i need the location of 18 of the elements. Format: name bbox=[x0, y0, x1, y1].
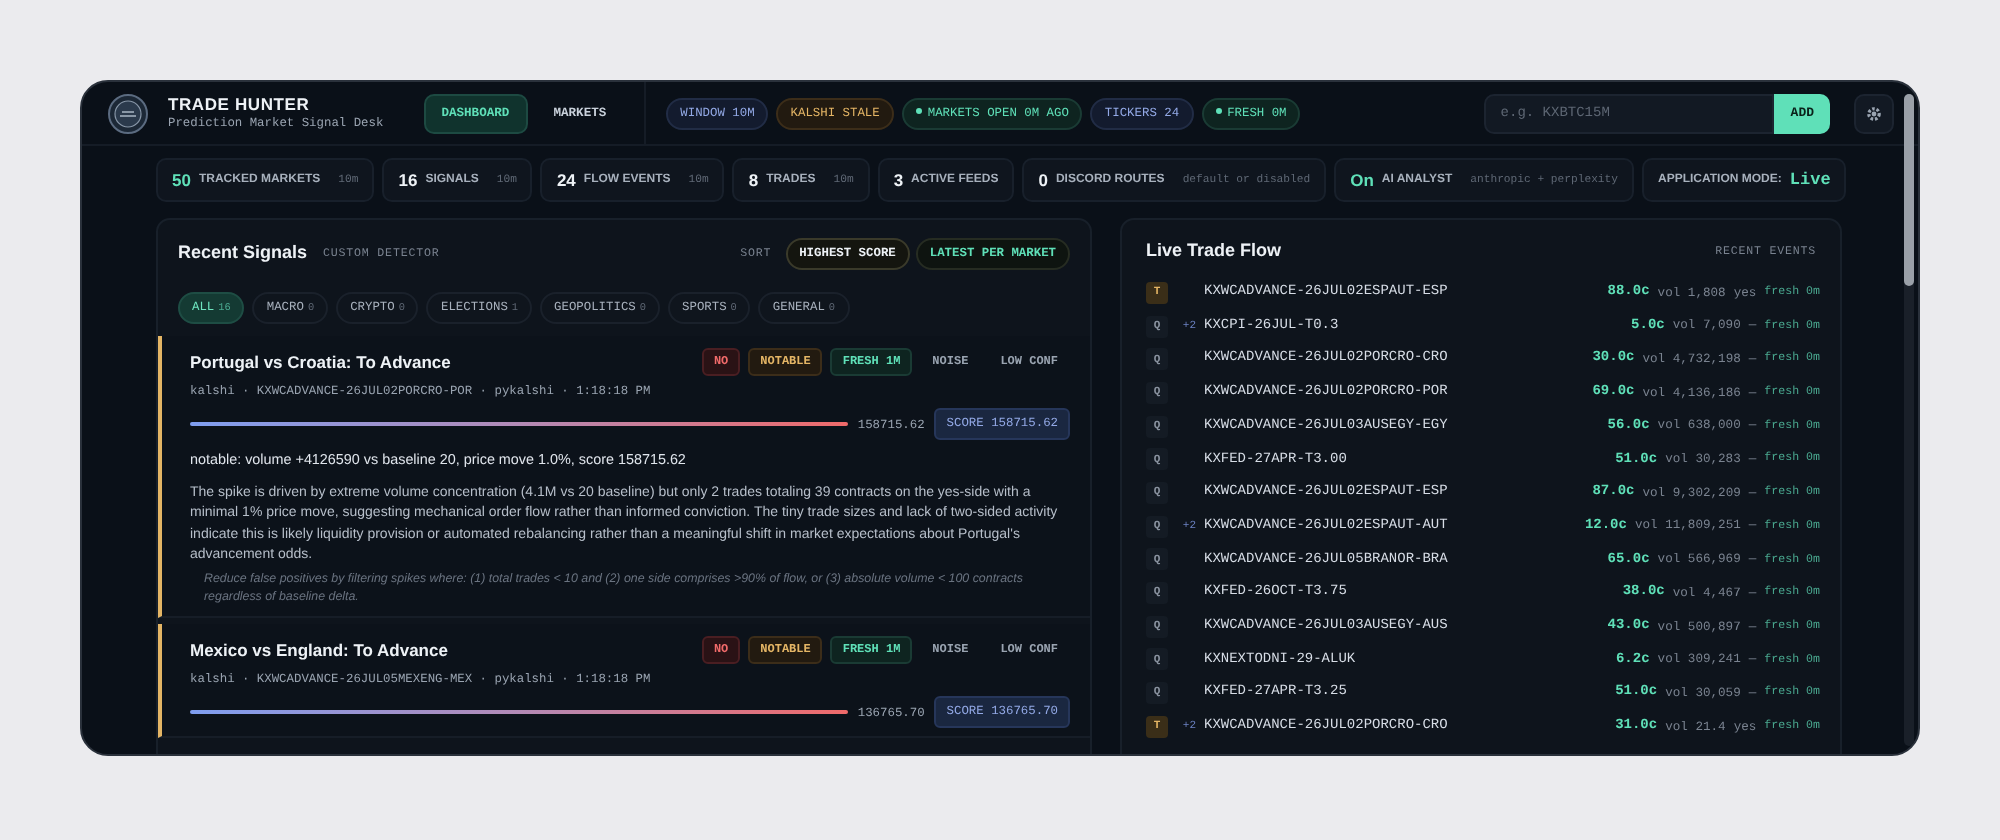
stat-value: 3 bbox=[893, 167, 904, 193]
settings-icon bbox=[1866, 105, 1882, 121]
signal-title: Portugal vs Croatia: To Advance bbox=[190, 349, 451, 375]
logo-icon bbox=[108, 93, 148, 133]
stat-value: 8 bbox=[748, 167, 759, 193]
scrollbar-thumb[interactable] bbox=[1904, 94, 1914, 286]
signal-title: Mexico vs England: To Advance bbox=[190, 637, 448, 663]
settings-button[interactable] bbox=[1854, 93, 1894, 133]
stat-value: 16 bbox=[398, 167, 418, 193]
panel-title: Live Trade Flow bbox=[1146, 238, 1282, 265]
stat-value: 24 bbox=[556, 167, 576, 193]
stat-value: Live bbox=[1789, 167, 1831, 193]
stat-value: 50 bbox=[172, 167, 191, 193]
app-title: TRADE HUNTER bbox=[168, 94, 312, 114]
panel-title: Recent Signals bbox=[178, 240, 308, 267]
stat-value: On bbox=[1350, 167, 1374, 193]
stat-value: 0 bbox=[1038, 167, 1048, 193]
scrollbar[interactable] bbox=[1904, 94, 1914, 746]
